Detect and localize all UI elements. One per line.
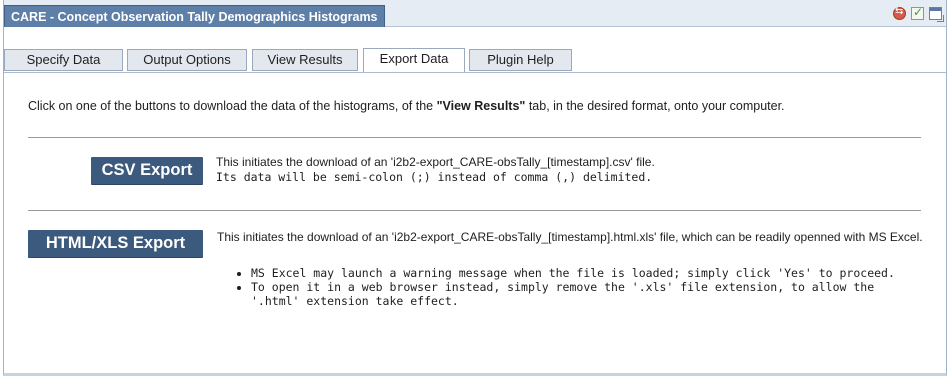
divider — [28, 137, 921, 138]
plugin-window: CARE - Concept Observation Tally Demogra… — [3, 0, 947, 376]
title-icons — [893, 5, 944, 22]
list-item: To open it in a web browser instead, sim… — [251, 280, 926, 308]
csv-description-line: This initiates the download of an 'i2b2-… — [216, 155, 655, 169]
html-xls-notes: MS Excel may launch a warning message wh… — [233, 266, 926, 308]
tab-bar: Specify Data Output Options View Results… — [4, 27, 946, 73]
intro-text: Click on one of the buttons to download … — [28, 99, 785, 113]
csv-description: This initiates the download of an 'i2b2-… — [216, 155, 655, 185]
window-icon[interactable] — [929, 7, 944, 22]
csv-delimiter-note: Its data will be semi-colon (;) instead … — [216, 170, 653, 184]
title-bar: CARE - Concept Observation Tally Demogra… — [4, 0, 946, 28]
intro-text-part: Click on one of the buttons to download … — [28, 99, 437, 113]
window-title: CARE - Concept Observation Tally Demogra… — [4, 5, 385, 28]
intro-text-part: tab, in the desired format, onto your co… — [525, 99, 785, 113]
tab-plugin-help[interactable]: Plugin Help — [469, 49, 572, 71]
html-xls-export-button[interactable]: HTML/XLS Export — [28, 230, 203, 257]
swap-icon[interactable] — [893, 6, 906, 20]
csv-export-button[interactable]: CSV Export — [91, 157, 203, 184]
html-xls-description: This initiates the download of an 'i2b2-… — [217, 230, 923, 244]
tab-export-data[interactable]: Export Data — [363, 48, 465, 72]
tab-view-results[interactable]: View Results — [252, 49, 358, 71]
tab-output-options[interactable]: Output Options — [127, 49, 247, 71]
list-item: MS Excel may launch a warning message wh… — [251, 266, 926, 280]
check-icon[interactable] — [911, 5, 924, 20]
intro-bold-tab-name: "View Results" — [436, 99, 526, 113]
divider — [28, 210, 921, 211]
export-panel: Click on one of the buttons to download … — [4, 73, 946, 373]
tab-specify-data[interactable]: Specify Data — [4, 49, 123, 71]
